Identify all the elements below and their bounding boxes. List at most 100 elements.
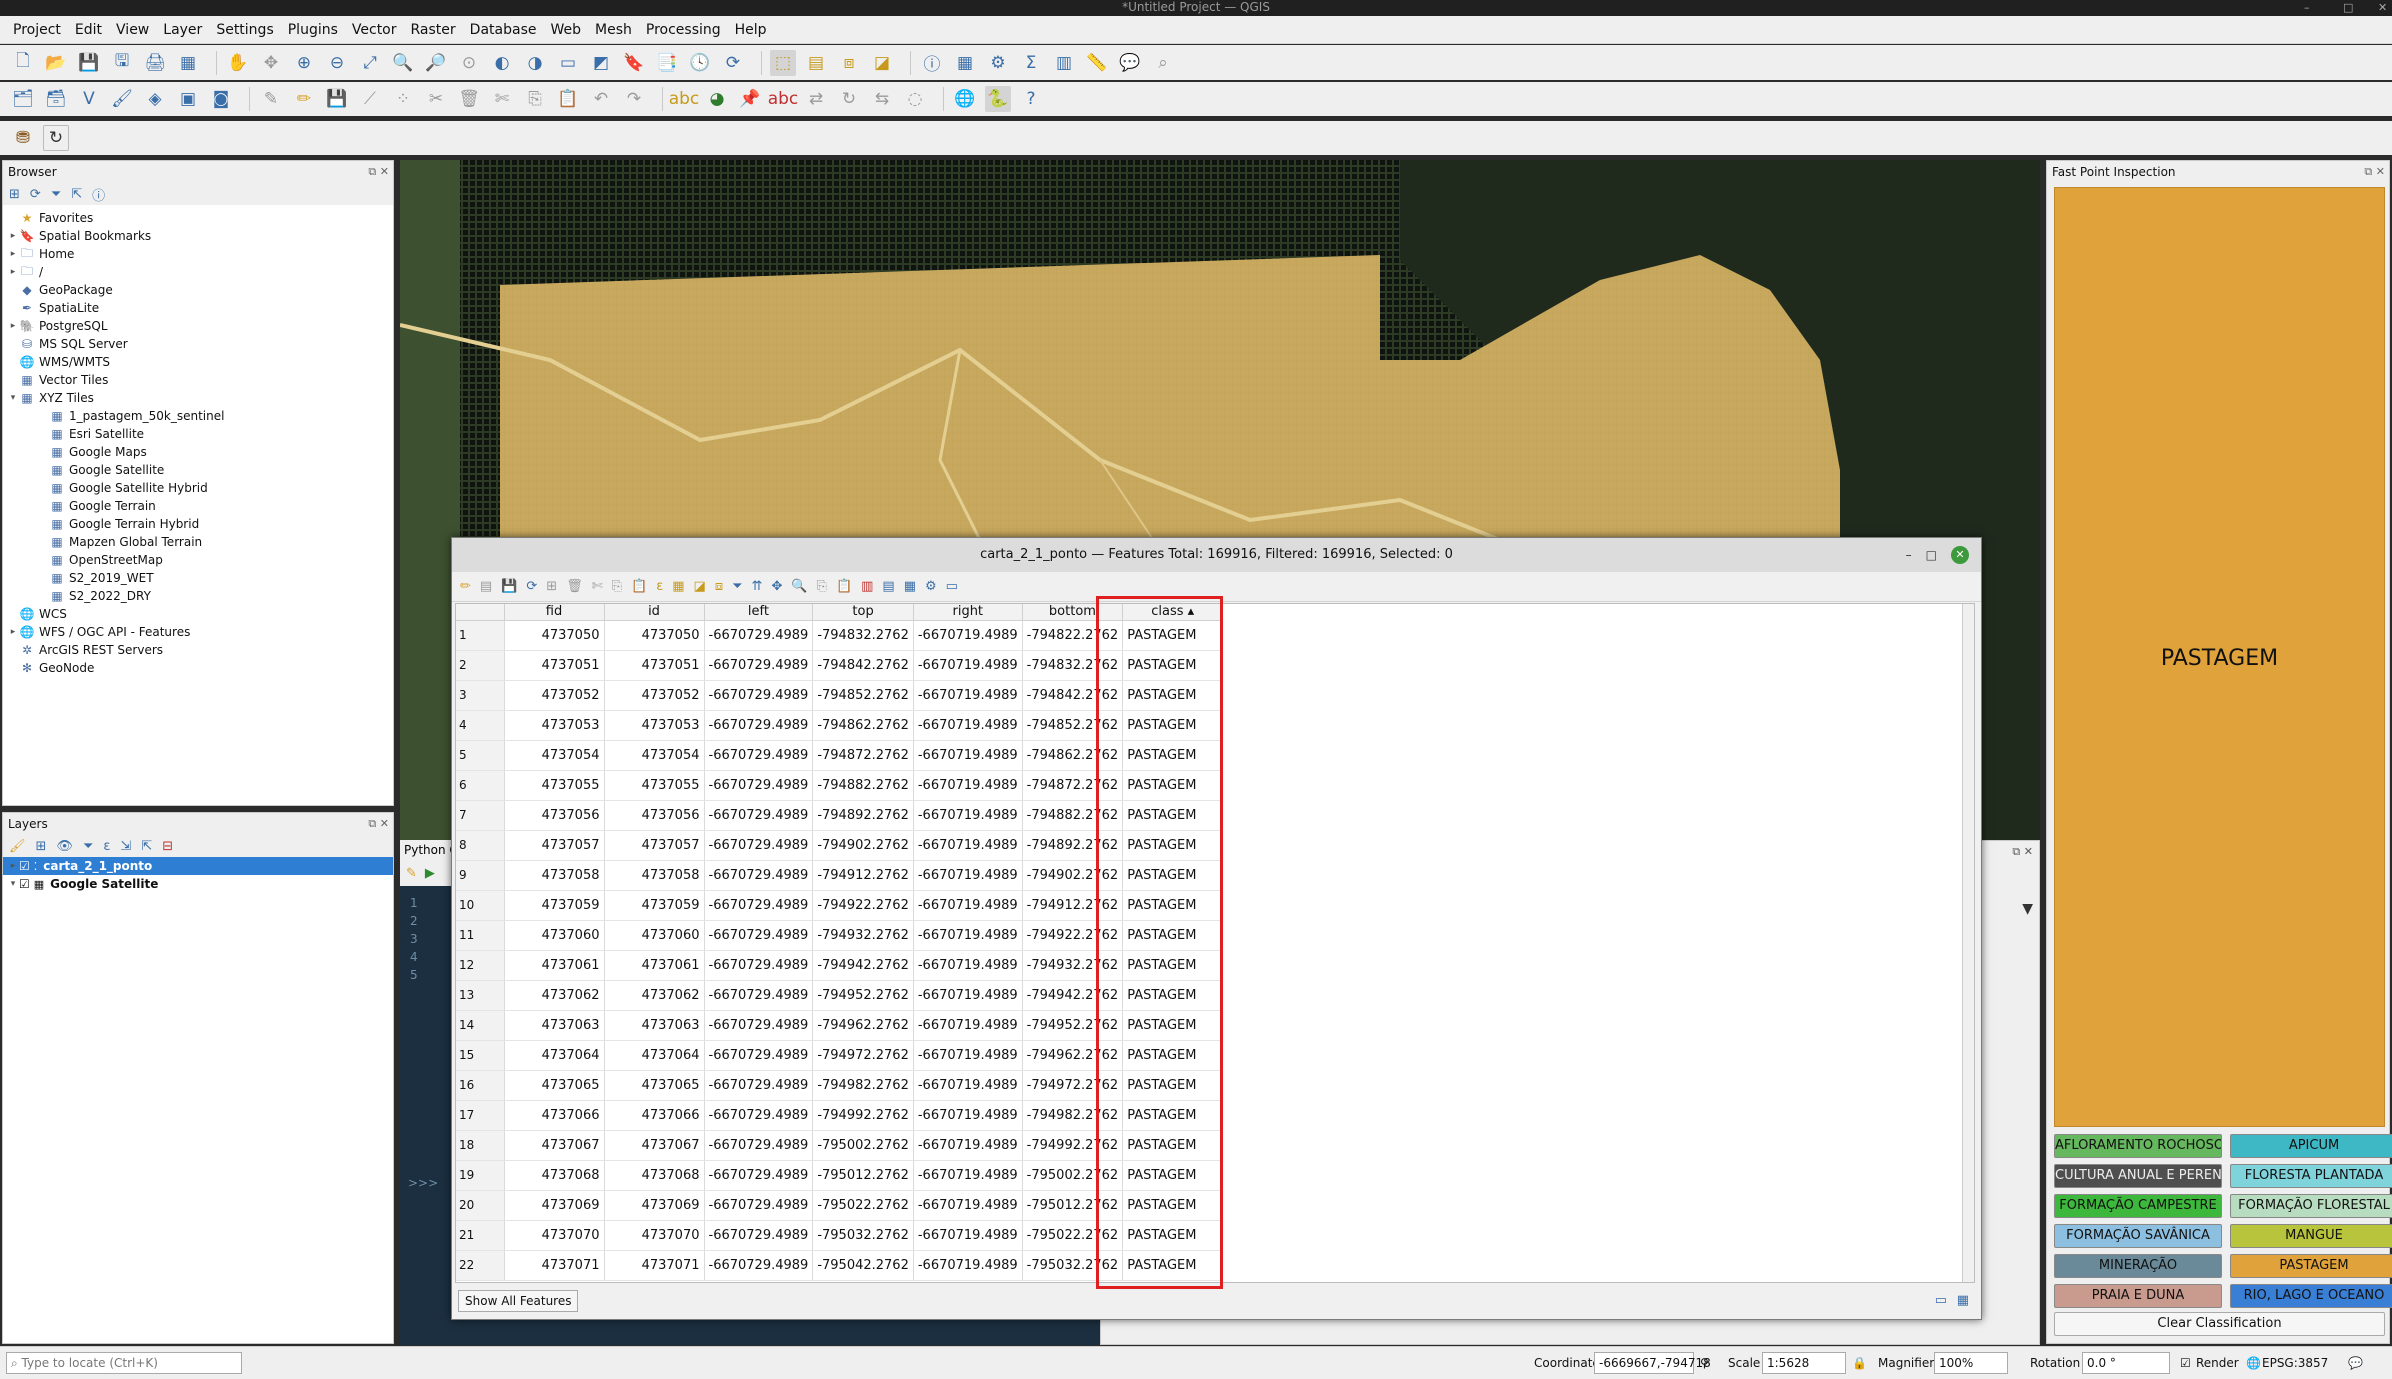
browser-item[interactable]: ✲ ArcGIS REST Servers <box>3 641 393 659</box>
table-cell[interactable]: 4737069 <box>504 1190 605 1221</box>
browser-item[interactable]: ▸ 🗀 / <box>3 263 393 281</box>
add-selected-icon[interactable]: ⊞ <box>9 187 20 202</box>
statistics-icon[interactable]: Σ <box>1018 50 1044 76</box>
class-button[interactable]: PRAIA E DUNA <box>2054 1284 2222 1308</box>
select-expression-icon[interactable]: ε <box>656 579 663 594</box>
table-cell[interactable]: -6670719.4989 <box>913 620 1023 651</box>
table-cell[interactable]: -6670729.4989 <box>704 980 814 1011</box>
table-cell[interactable]: 4737065 <box>504 1070 605 1101</box>
pan-icon[interactable]: ✋ <box>225 50 251 76</box>
table-cell[interactable]: 4737053 <box>504 710 605 741</box>
column-header-fid[interactable]: fid <box>504 604 605 621</box>
table-cell[interactable]: -6670719.4989 <box>913 1160 1023 1191</box>
table-cell[interactable]: 4737071 <box>604 1250 705 1281</box>
table-cell[interactable]: -6670719.4989 <box>913 770 1023 801</box>
paste-rows-icon[interactable]: 📋 <box>836 579 852 594</box>
reload-table-icon[interactable]: ⟳ <box>526 579 537 594</box>
table-view-icon[interactable]: ▭ <box>1935 1293 1947 1308</box>
table-cell[interactable]: -794882.2762 <box>812 770 914 801</box>
add-vector-icon[interactable]: V <box>76 86 102 112</box>
table-cell[interactable]: -6670719.4989 <box>913 980 1023 1011</box>
table-cell[interactable]: -794942.2762 <box>812 950 914 981</box>
copy-icon[interactable]: ⎘ <box>522 86 548 112</box>
label-icon[interactable]: abc <box>669 86 700 112</box>
table-cell[interactable]: -6670729.4989 <box>704 620 814 651</box>
toggle-editing-icon[interactable]: ✏ <box>460 579 471 594</box>
table-cell[interactable]: -794982.2762 <box>812 1070 914 1101</box>
table-cell[interactable]: 4737051 <box>604 650 705 681</box>
row-number[interactable]: 12 <box>456 950 505 981</box>
row-number[interactable]: 18 <box>456 1130 505 1161</box>
maximize-icon[interactable]: □ <box>2343 0 2353 15</box>
zoom-selection-icon[interactable]: 🔍 <box>390 50 416 76</box>
properties-icon[interactable]: ⓘ <box>92 185 105 204</box>
browser-item[interactable]: ▦ Mapzen Global Terrain <box>3 533 393 551</box>
table-cell[interactable]: -794962.2762 <box>812 1010 914 1041</box>
locator-icon[interactable]: ⌕ <box>1150 50 1176 76</box>
new-geopackage-icon[interactable]: 🗃 <box>43 86 69 112</box>
dropdown-icon[interactable]: ▼ <box>2022 901 2033 917</box>
class-button[interactable]: FLORESTA PLANTADA <box>2230 1164 2392 1188</box>
clear-classification-button[interactable]: Clear Classification <box>2054 1312 2385 1336</box>
digitize-icon[interactable]: ⟋ <box>357 86 383 112</box>
table-cell[interactable]: 4737052 <box>604 680 705 711</box>
select-attribute-icon[interactable]: ▤ <box>803 50 829 76</box>
row-number[interactable]: 15 <box>456 1040 505 1071</box>
table-cell[interactable]: -6670729.4989 <box>704 890 814 921</box>
column-header-id[interactable]: id <box>604 604 705 621</box>
row-number[interactable]: 9 <box>456 860 505 891</box>
add-wfs-icon[interactable]: ◙ <box>208 86 234 112</box>
move-selection-top-icon[interactable]: ⇈ <box>752 579 763 594</box>
column-header-right[interactable]: right <box>913 604 1023 621</box>
table-cell[interactable]: -6670729.4989 <box>704 1040 814 1071</box>
zoom-layer-icon[interactable]: 🔎 <box>423 50 449 76</box>
menu-web[interactable]: Web <box>543 22 588 38</box>
table-cell[interactable]: -794992.2762 <box>812 1100 914 1131</box>
browser-item[interactable]: ▦ Google Maps <box>3 443 393 461</box>
map-tips-icon[interactable]: 💬 <box>1117 50 1143 76</box>
table-cell[interactable]: 4737064 <box>504 1040 605 1071</box>
undo-icon[interactable]: ↶ <box>588 86 614 112</box>
menu-mesh[interactable]: Mesh <box>588 22 639 38</box>
multi-edit-icon[interactable]: ▤ <box>480 579 492 594</box>
table-cell[interactable]: 4737066 <box>604 1100 705 1131</box>
new-project-icon[interactable]: 🗋 <box>10 50 36 76</box>
table-cell[interactable]: -794922.2762 <box>812 890 914 921</box>
browser-item[interactable]: ◆ GeoPackage <box>3 281 393 299</box>
table-cell[interactable]: 4737050 <box>504 620 605 651</box>
zoom-to-selected-icon[interactable]: 🔍 <box>791 579 807 594</box>
class-button[interactable]: FORMAÇÃO SAVÂNICA <box>2054 1224 2222 1248</box>
save-edits-icon[interactable]: 💾 <box>501 579 517 594</box>
table-cell[interactable]: -6670719.4989 <box>913 950 1023 981</box>
table-cell[interactable]: -794912.2762 <box>812 860 914 891</box>
new-field-icon[interactable]: ▤ <box>882 579 894 594</box>
copy-rows-icon[interactable]: ⎘ <box>817 579 827 594</box>
row-number[interactable]: 21 <box>456 1220 505 1251</box>
table-cell[interactable]: 4737054 <box>604 740 705 771</box>
table-cell[interactable]: -6670719.4989 <box>913 1190 1023 1221</box>
browser-item[interactable]: ▦ Google Satellite Hybrid <box>3 479 393 497</box>
table-cell[interactable]: 4737062 <box>504 980 605 1011</box>
coordinate-field[interactable]: -6669667,-794718 <box>1594 1352 1711 1374</box>
pan-to-selection-icon[interactable]: ✥ <box>258 50 284 76</box>
row-number[interactable]: 1 <box>456 620 505 651</box>
deselect-icon[interactable]: ⧈ <box>836 50 862 76</box>
save-as-icon[interactable]: 🖫 <box>109 50 135 76</box>
class-button[interactable]: FORMAÇÃO FLORESTAL <box>2230 1194 2392 1218</box>
render-checkbox[interactable]: ☑ <box>2180 1356 2191 1370</box>
table-cell[interactable]: 4737059 <box>504 890 605 921</box>
refresh-icon[interactable]: ⟳ <box>30 187 41 202</box>
table-cell[interactable]: -795042.2762 <box>812 1250 914 1281</box>
expand-arrow-icon[interactable]: ▸ <box>7 861 19 871</box>
select-location-icon[interactable]: ◪ <box>869 50 895 76</box>
row-number[interactable]: 10 <box>456 890 505 921</box>
class-button[interactable]: AFLORAMENTO ROCHOSO <box>2054 1134 2222 1158</box>
browser-item[interactable]: 🌐 WMS/WMTS <box>3 353 393 371</box>
collapse-all-icon[interactable]: ⇱ <box>141 839 152 854</box>
expand-arrow-icon[interactable]: ▸ <box>7 267 19 277</box>
table-cell[interactable]: -6670719.4989 <box>913 1040 1023 1071</box>
table-cell[interactable]: 4737060 <box>604 920 705 951</box>
browser-item[interactable]: ▸ 🔖 Spatial Bookmarks <box>3 227 393 245</box>
georeference-icon[interactable]: 🌐 <box>952 86 978 112</box>
remove-layer-icon[interactable]: ⊟ <box>162 839 173 854</box>
